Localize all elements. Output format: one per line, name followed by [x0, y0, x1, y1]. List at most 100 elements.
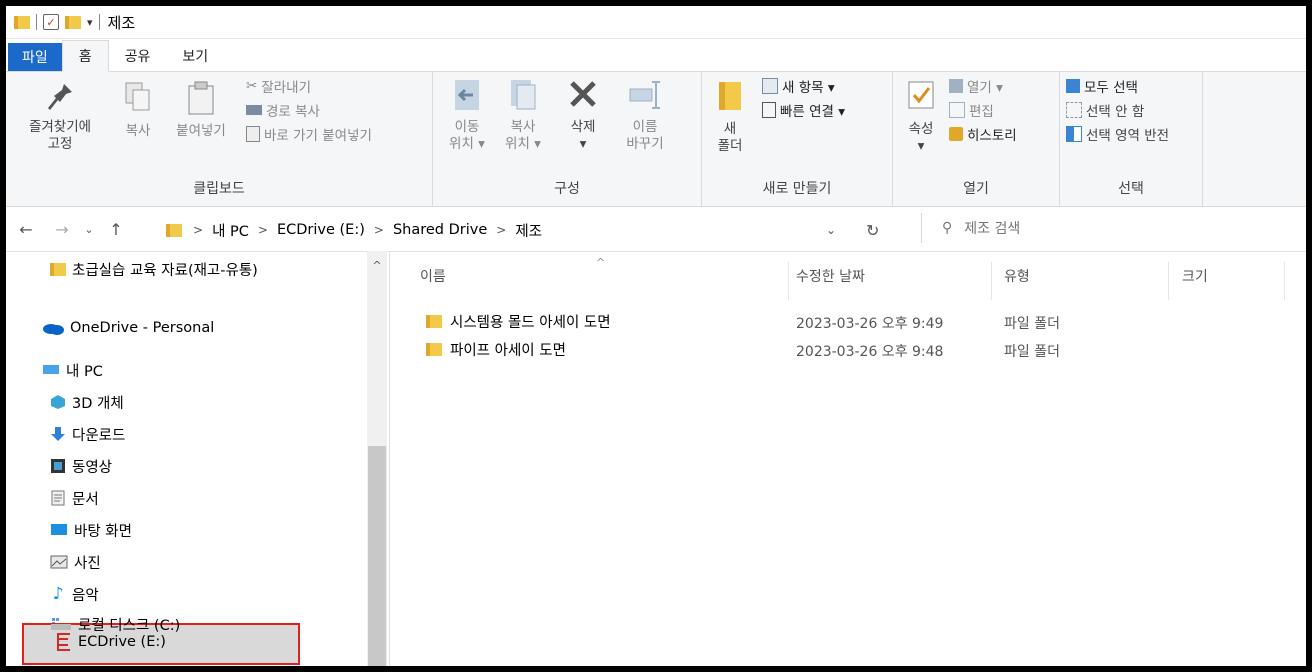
scroll-up-chevron-icon[interactable]: ^ [367, 259, 387, 272]
clipboard-group-label: 클립보드 [193, 181, 245, 197]
open-icon [949, 79, 963, 93]
nav-scrollbar-thumb[interactable] [368, 446, 386, 666]
3d-objects-icon [51, 395, 65, 409]
column-header-type[interactable]: 유형 [1004, 266, 1030, 286]
customize-quick-access-icon[interactable]: ▾ [87, 16, 93, 29]
pictures-icon [50, 555, 68, 569]
chevron-right-icon[interactable]: > [374, 223, 384, 237]
select-group: 모두 선택 선택 안 함 선택 영역 반전 선택 [1060, 72, 1203, 206]
folder-icon [426, 315, 442, 328]
select-none-button[interactable]: 선택 안 함 [1066, 100, 1144, 120]
breadcrumb-current[interactable]: 제조 [515, 220, 542, 241]
copy-to-button[interactable]: 복사 위치 ▾ [497, 76, 549, 153]
nav-item-videos[interactable]: 동영상 [50, 451, 112, 481]
recent-locations-chevron-icon[interactable]: ⌄ [80, 223, 98, 236]
folder-icon [14, 15, 30, 29]
organize-group: 이동 위치 ▾ 복사 위치 ▾ 삭제 ▾ 이름 바꾸기 구성 [433, 72, 702, 206]
new-group: 새 폴더 새 항목 ▾ 빠른 연결 ▾ 새로 만들기 [702, 72, 893, 206]
breadcrumb-this-pc[interactable]: 내 PC [212, 220, 249, 241]
nav-scrollbar[interactable]: ^ [367, 251, 387, 666]
edit-button[interactable]: 편집 [949, 100, 994, 120]
nav-item-desktop[interactable]: 바탕 화면 [50, 515, 132, 545]
move-to-button[interactable]: 이동 위치 ▾ [441, 76, 493, 153]
column-separator[interactable] [1284, 262, 1285, 300]
folder-icon [50, 262, 66, 276]
nav-item-documents[interactable]: 문서 [50, 483, 99, 513]
cut-button[interactable]: ✂ 잘라내기 [246, 76, 311, 96]
properties-button[interactable]: 속성 ▾ [899, 76, 943, 155]
invert-selection-button[interactable]: 선택 영역 반전 [1066, 124, 1169, 144]
tab-share[interactable]: 공유 [109, 41, 167, 71]
paste-button[interactable]: 붙여넣기 [166, 80, 236, 140]
video-film-icon [51, 459, 65, 473]
nav-item-this-pc[interactable]: 내 PC [42, 355, 103, 385]
column-header-modified[interactable]: 수정한 날짜 [796, 266, 865, 286]
paste-shortcut-button[interactable]: 바로 가기 붙여넣기 [246, 124, 372, 144]
rename-button[interactable]: 이름 바꾸기 [617, 76, 673, 153]
nav-item-pictures[interactable]: 사진 [50, 547, 101, 577]
copy-button[interactable]: 복사 [114, 80, 162, 140]
nav-item-onedrive[interactable]: OneDrive - Personal [42, 313, 214, 343]
history-icon [949, 127, 963, 141]
up-arrow-icon[interactable]: ↑ [104, 220, 128, 239]
tab-file[interactable]: 파일 [8, 43, 62, 71]
paste-icon [188, 81, 214, 115]
nav-item-downloads[interactable]: 다운로드 [50, 419, 125, 449]
organize-group-label: 구성 [554, 181, 580, 197]
open-group-label: 열기 [963, 181, 989, 197]
path-icon [246, 105, 262, 115]
new-item-button[interactable]: 새 항목 ▾ [762, 76, 835, 96]
column-header-size[interactable]: 크기 [1182, 266, 1208, 286]
divider [98, 14, 100, 30]
sort-up-chevron-icon: ^ [596, 256, 606, 269]
properties-icon [908, 81, 934, 109]
breadcrumb-shared-drive[interactable]: Shared Drive [393, 222, 487, 238]
chevron-right-icon[interactable]: > [193, 223, 203, 237]
address-row: ← → ⌄ ↑ > 내 PC > ECDrive (E:) > Shared D… [6, 207, 1306, 252]
tab-view[interactable]: 보기 [166, 41, 224, 71]
easy-access-icon [762, 102, 776, 118]
open-button[interactable]: 열기 ▾ [949, 76, 1003, 96]
scissors-icon: ✂ [246, 78, 258, 94]
history-button[interactable]: 히스토리 [949, 124, 1017, 144]
chevron-right-icon[interactable]: > [258, 223, 268, 237]
download-arrow-icon [51, 427, 65, 441]
title-bar: ✓ ▾ 제조 [6, 6, 1306, 39]
breadcrumb-ecdrive[interactable]: ECDrive (E:) [277, 222, 365, 238]
file-row[interactable]: 시스템용 몰드 아세이 도면 [426, 311, 611, 332]
nav-item-training-folder[interactable]: 초급실습 교육 자료(재고-유통) [50, 254, 258, 284]
pin-to-quick-access-button[interactable]: 즐겨찾기에 고정 [6, 80, 114, 153]
desktop-icon [51, 524, 67, 535]
copy-path-button[interactable]: 경로 복사 [246, 100, 320, 120]
window-title: 제조 [107, 13, 136, 32]
file-row[interactable]: 파이프 아세이 도면 [426, 339, 566, 360]
select-none-icon [1066, 102, 1082, 118]
address-dropdown-chevron-icon[interactable]: ⌄ [826, 223, 836, 237]
column-separator[interactable] [788, 262, 789, 300]
properties-check-icon[interactable]: ✓ [43, 14, 59, 30]
search-icon: ⚲ [942, 220, 953, 236]
clipboard-group: 즐겨찾기에 고정 복사 붙여넣기 ✂ 잘라내기 경로 복사 바로 가기 붙여넣기 … [6, 72, 433, 206]
search-input[interactable]: ⚲ 제조 검색 [921, 213, 1306, 243]
new-folder-button[interactable]: 새 폴더 [708, 76, 752, 155]
delete-button[interactable]: 삭제 ▾ [557, 76, 609, 153]
ecdrive-logo-icon [57, 633, 70, 651]
address-bar[interactable]: > 내 PC > ECDrive (E:) > Shared Drive > 제… [166, 215, 896, 245]
chevron-right-icon[interactable]: > [496, 223, 506, 237]
onedrive-cloud-icon [43, 324, 64, 335]
refresh-icon[interactable]: ↻ [866, 221, 879, 240]
nav-item-3d-objects[interactable]: 3D 개체 [50, 387, 124, 417]
select-all-button[interactable]: 모두 선택 [1066, 76, 1138, 96]
column-separator[interactable] [991, 262, 992, 300]
back-arrow-icon[interactable]: ← [14, 220, 38, 239]
nav-item-music[interactable]: ♪ 음악 [50, 579, 99, 609]
easy-access-button[interactable]: 빠른 연결 ▾ [762, 100, 845, 120]
column-separator[interactable] [1168, 262, 1169, 300]
forward-arrow-icon[interactable]: → [50, 220, 74, 239]
nav-item-ecdrive[interactable]: ECDrive (E:) [56, 627, 166, 657]
new-folder-quick-icon[interactable] [65, 15, 81, 29]
ribbon: 즐겨찾기에 고정 복사 붙여넣기 ✂ 잘라내기 경로 복사 바로 가기 붙여넣기 … [6, 72, 1306, 207]
copy-to-icon [511, 80, 536, 110]
column-header-name[interactable]: 이름 [420, 266, 446, 286]
tab-home[interactable]: 홈 [61, 40, 109, 72]
